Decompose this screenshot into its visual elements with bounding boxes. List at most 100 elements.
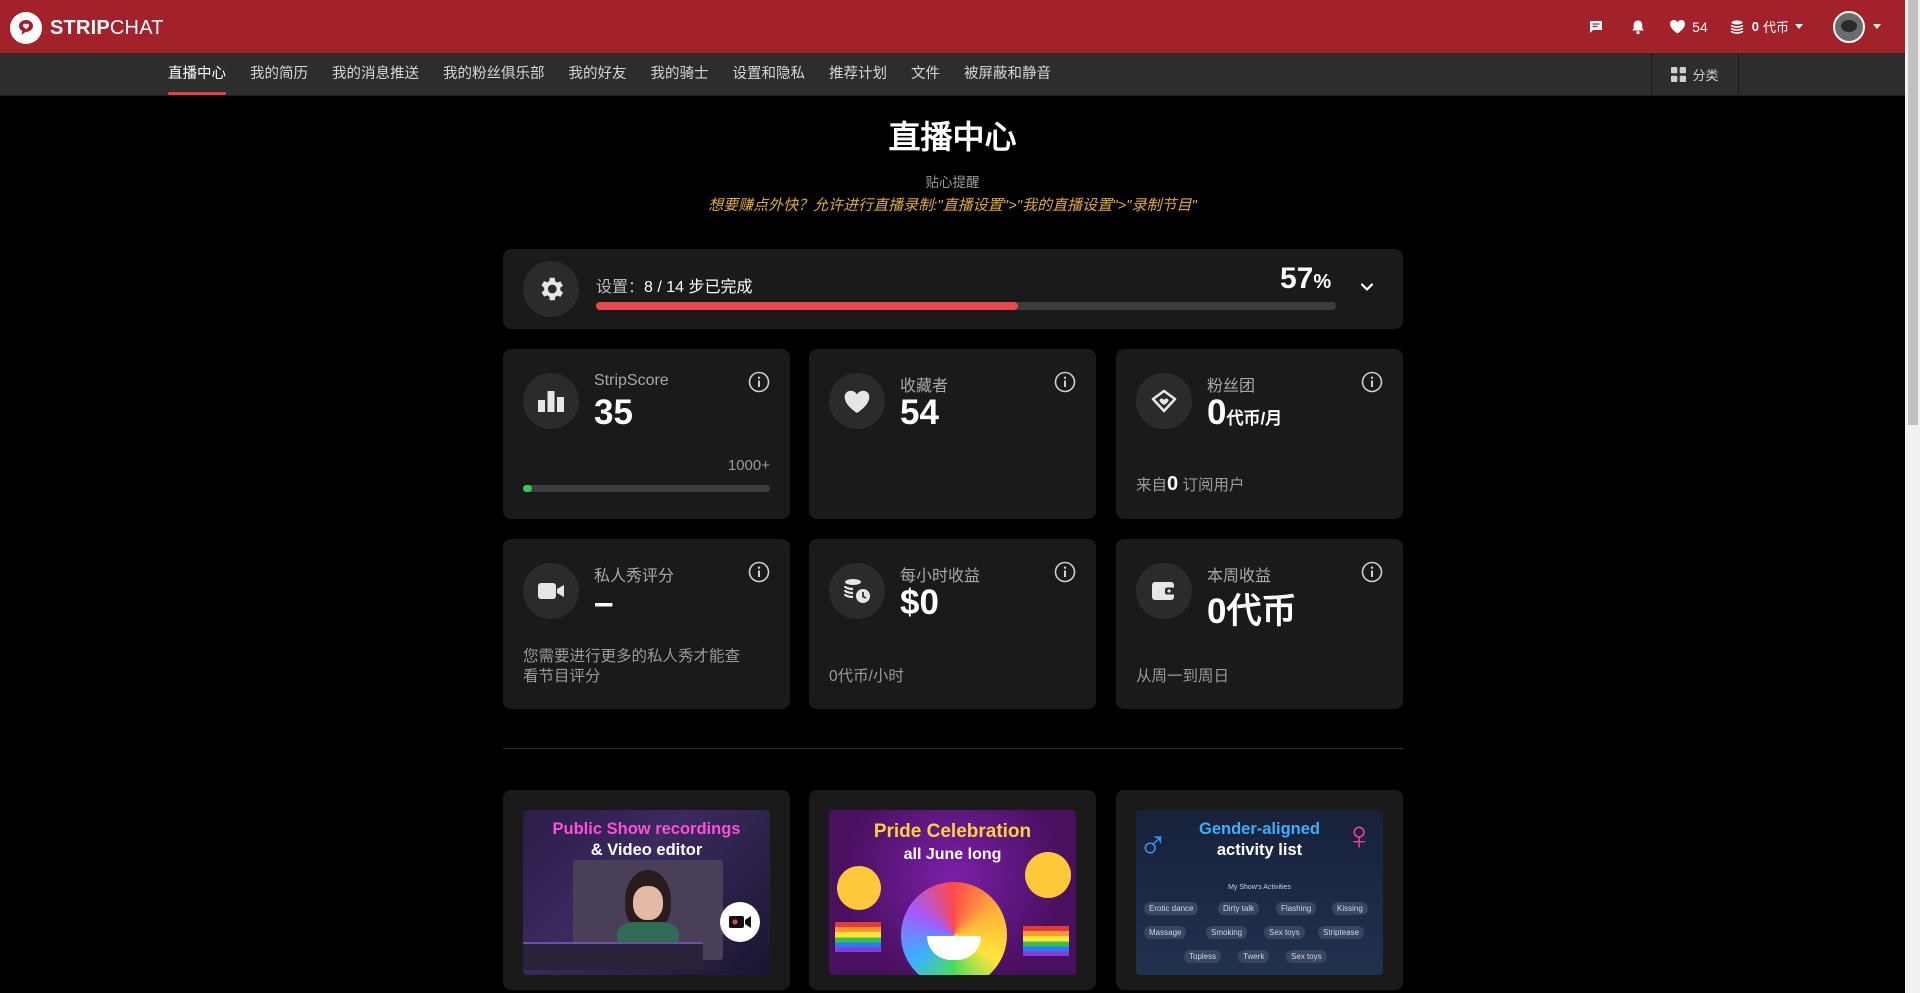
chevron-down-icon	[1873, 24, 1881, 29]
logo[interactable]: STRIPCHAT	[10, 12, 164, 44]
heart-eyes-emoji-icon	[1025, 852, 1071, 898]
promo-card-activity-list[interactable]: ♂ ♀ Gender-aligned activity list My Show…	[1116, 790, 1403, 990]
stripchat-logo-icon	[10, 12, 42, 44]
weekly-earnings-period: 从周一到周日	[1136, 668, 1230, 685]
user-menu[interactable]	[1833, 10, 1881, 43]
nav-item-feed[interactable]: 我的消息推送	[332, 53, 419, 95]
nav-item-referral[interactable]: 推荐计划	[829, 53, 887, 95]
weekly-earnings-card: 本周收益 0代币 从周一到周日	[1116, 539, 1403, 709]
fan-club-card: 粉丝团 0代币/月 来自0 订阅用户	[1116, 349, 1403, 519]
stripscore-card: StripScore 35 1000+	[503, 349, 790, 519]
bar-chart-icon	[523, 373, 579, 429]
section-divider	[503, 748, 1403, 749]
video-camera-icon	[523, 563, 579, 619]
weekly-earnings-value: 0代币	[1207, 592, 1297, 631]
favorites-card: 收藏者 54	[809, 349, 1096, 519]
coins-icon	[1730, 20, 1744, 34]
wallet-icon	[1136, 563, 1192, 619]
hourly-earnings-tokens: 0代币/小时	[829, 668, 904, 685]
nav-item-fan-club[interactable]: 我的粉丝俱乐部	[443, 53, 545, 95]
messages-icon[interactable]	[1585, 16, 1607, 38]
activity-chip: Smoking	[1206, 926, 1248, 939]
info-icon[interactable]	[748, 561, 770, 588]
grid-icon	[1671, 66, 1687, 82]
activity-chip: Twerk	[1238, 950, 1270, 963]
hourly-earnings-value: $0	[900, 583, 939, 622]
info-icon[interactable]	[1054, 561, 1076, 588]
setup-progress-fill	[596, 302, 1018, 310]
heart-icon	[1670, 20, 1686, 34]
fan-club-subscribers: 来自0 订阅用户	[1136, 473, 1245, 495]
avatar	[1833, 10, 1865, 43]
promo-subtitle: activity list	[1216, 841, 1303, 859]
top-bar: STRIPCHAT 54 0 代币	[0, 0, 1905, 53]
tip-label: 贴心提醒	[925, 175, 980, 190]
promo-card-pride[interactable]: Pride Celebration all June long	[809, 790, 1096, 990]
activity-chip: Kissing	[1332, 902, 1368, 915]
hourly-earnings-card: 每小时收益 $0 0代币/小时	[809, 539, 1096, 709]
pride-flag-icon	[835, 922, 881, 952]
promo-subtitle: & Video editor	[590, 841, 703, 859]
activity-chip: Topless	[1184, 950, 1222, 963]
info-icon[interactable]	[1361, 371, 1383, 398]
nav-item-knights[interactable]: 我的骑士	[651, 53, 709, 95]
chevron-down-icon[interactable]	[1358, 278, 1376, 301]
nav-item-blocked-muted[interactable]: 被屏蔽和静音	[964, 53, 1051, 95]
promo-title: Public Show recordings	[552, 820, 741, 838]
fan-club-value: 0代币/月	[1207, 393, 1283, 432]
promo-image-activity-list: ♂ ♀ Gender-aligned activity list My Show…	[1136, 810, 1383, 975]
favorites-counter[interactable]: 54	[1669, 19, 1708, 35]
chevron-down-icon	[1795, 24, 1803, 29]
private-rating-card: 私人秀评分 – 您需要进行更多的私人秀才能查看节目评分	[503, 539, 790, 709]
stripscore-value: 35	[594, 393, 633, 432]
tokens-dropdown[interactable]: 0 代币	[1730, 17, 1803, 36]
nav-item-friends[interactable]: 我的好友	[569, 53, 627, 95]
page-title: 直播中心	[888, 119, 1017, 155]
activity-chip: Flashing	[1276, 902, 1317, 915]
stripscore-label: StripScore	[594, 372, 669, 389]
activity-chip: Sex toys	[1264, 926, 1305, 939]
camera-logo-icon	[720, 902, 760, 942]
stripscore-progress-bar	[523, 485, 770, 492]
activity-chip: Dirty talk	[1218, 902, 1260, 915]
info-icon[interactable]	[1361, 561, 1383, 588]
info-icon[interactable]	[748, 371, 770, 398]
setup-steps-count: 8 / 14	[644, 279, 685, 296]
favorites-count: 54	[1692, 18, 1708, 35]
activities-panel-title: My Show's Activities	[1228, 884, 1291, 891]
private-rating-note: 您需要进行更多的私人秀才能查看节目评分	[523, 648, 741, 685]
categories-label: 分类	[1692, 67, 1719, 83]
setup-percent: 57%	[1280, 262, 1332, 295]
setup-progress-bar	[596, 302, 1336, 310]
notifications-bell-icon[interactable]	[1627, 16, 1649, 38]
tokens-amount: 0	[1751, 19, 1759, 34]
heart-eyes-emoji-icon	[837, 866, 881, 910]
nav-item-profile[interactable]: 我的简历	[250, 53, 308, 95]
brand-name: STRIPCHAT	[50, 16, 164, 39]
promo-card-recordings[interactable]: Public Show recordings & Video editor	[503, 790, 790, 990]
tokens-label: 代币	[1762, 20, 1789, 35]
stripscore-max: 1000+	[727, 457, 770, 474]
heart-icon	[829, 373, 885, 429]
info-icon[interactable]	[1054, 371, 1076, 398]
coins-clock-icon	[829, 563, 885, 619]
activity-chip: Erotic dance	[1144, 902, 1199, 915]
page-scrollbar[interactable]	[1905, 0, 1920, 993]
activity-chip: Massage	[1144, 926, 1187, 939]
rainbow-emoji-icon	[901, 882, 1007, 975]
video-timeline	[523, 942, 703, 970]
tip-text[interactable]: 想要赚点外快？允许进行直播录制:"直播设置">"我的直播设置">"录制节目"	[0, 194, 1905, 215]
favorites-value: 54	[900, 393, 939, 432]
scrollbar-thumb[interactable]	[1908, 0, 1918, 425]
promo-image-pride: Pride Celebration all June long	[829, 810, 1076, 975]
stripscore-progress-fill	[523, 485, 532, 492]
nav-item-settings-privacy[interactable]: 设置和隐私	[733, 53, 806, 95]
activity-chip: Striptease	[1318, 926, 1365, 939]
promo-title: Pride Celebration	[873, 821, 1032, 842]
setup-progress-text: 设置：8 / 14 步已完成	[596, 279, 753, 296]
diamond-icon	[1136, 373, 1192, 429]
categories-button[interactable]: 分类	[1651, 53, 1739, 95]
nav-item-files[interactable]: 文件	[911, 53, 940, 95]
pride-flag-icon	[1023, 926, 1069, 956]
nav-item-broadcast-center[interactable]: 直播中心	[168, 53, 226, 95]
